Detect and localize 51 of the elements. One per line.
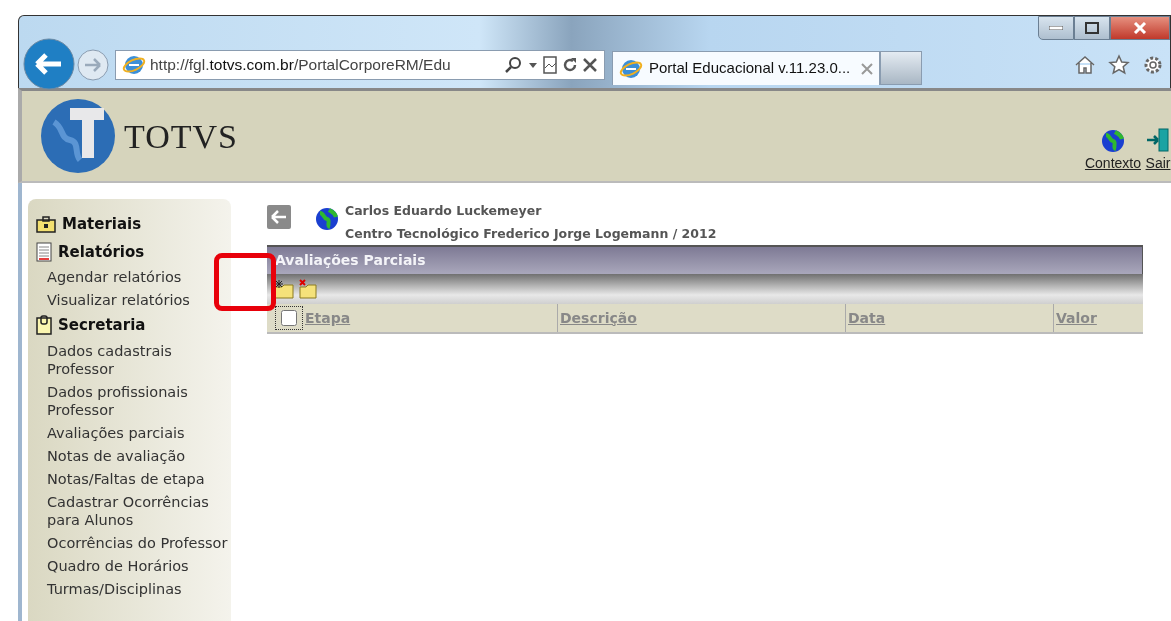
clipboard-icon [36,315,52,336]
settings-icon[interactable] [1142,54,1164,76]
maximize-icon [1085,22,1099,34]
header-link[interactable]: Sair [1145,152,1171,174]
url-text: http://fgl.totvs.com.br/PortalCorporeRM/Edu [150,55,451,76]
sidebar-item[interactable]: Ocorrências do Professor [36,533,231,552]
sidebar-item[interactable]: Cadastrar Ocorrências para Alunos [36,492,231,529]
panel-title: Avaliações Parciais [267,245,1143,274]
highlight-annotation [214,253,276,311]
close-icon[interactable] [582,57,598,73]
exit-door-icon [1145,126,1171,153]
globe-icon [315,207,339,231]
maximize-button[interactable] [1074,16,1110,40]
logo-text: TOTVS [124,116,238,157]
browser-logo-icon [122,53,146,77]
home-icon[interactable] [1074,54,1096,76]
compatibility-icon[interactable] [542,56,558,74]
address-bar[interactable]: http://fgl.totvs.com.br/PortalCorporeRM/Edu [115,50,605,80]
refresh-icon[interactable] [562,56,578,74]
sidebar-item[interactable]: Turmas/Disciplinas [36,579,231,598]
sidebar-item[interactable]: Agendar relatórios [36,268,231,286]
back-icon[interactable] [23,38,75,90]
report-icon [36,241,52,262]
user-name: Carlos Eduardo Luckemeyer [345,202,543,220]
dropdown-caret-icon[interactable] [528,61,538,69]
close-window-button[interactable] [1110,16,1170,40]
institution-name: Centro Tecnológico Frederico Jorge Logemann / 2012 [345,225,717,243]
close-icon [1133,22,1147,34]
briefcase-icon [36,215,56,233]
sidebar-item[interactable]: Notas de avaliação [36,446,231,465]
minimize-button[interactable] [1038,16,1074,40]
logo-icon [40,98,116,174]
sidebar-section-title[interactable]: Materiais [62,213,142,236]
browser-tab[interactable]: Portal Educacional v.11.23.0... [612,51,880,85]
select-all-checkbox[interactable] [281,310,297,326]
sidebar-item[interactable]: Visualizar relatórios [36,291,231,309]
sidebar-section-title[interactable]: Relatórios [58,240,145,263]
sidebar-item[interactable]: Dados cadastrais Professor [36,341,231,378]
sidebar-item[interactable]: Dados profissionais Professor [36,382,231,419]
search-icon[interactable] [504,55,524,75]
globe-icon [1100,128,1125,153]
sidebar-item[interactable]: Notas/Faltas de etapa [36,469,231,488]
header-link[interactable]: Contexto [1084,152,1141,174]
star-icon[interactable] [1108,54,1130,76]
tab-title: Portal Educacional v.11.23.0... [649,58,851,79]
sidebar-item[interactable]: Avaliações parciais [36,423,231,442]
new-folder-icon[interactable] [273,279,295,299]
sidebar-section-title[interactable]: Secretaria [58,314,146,337]
delete-folder-icon[interactable] [298,279,318,299]
sidebar-item[interactable]: Quadro de Horários [36,556,231,575]
minimize-icon [1049,26,1063,30]
